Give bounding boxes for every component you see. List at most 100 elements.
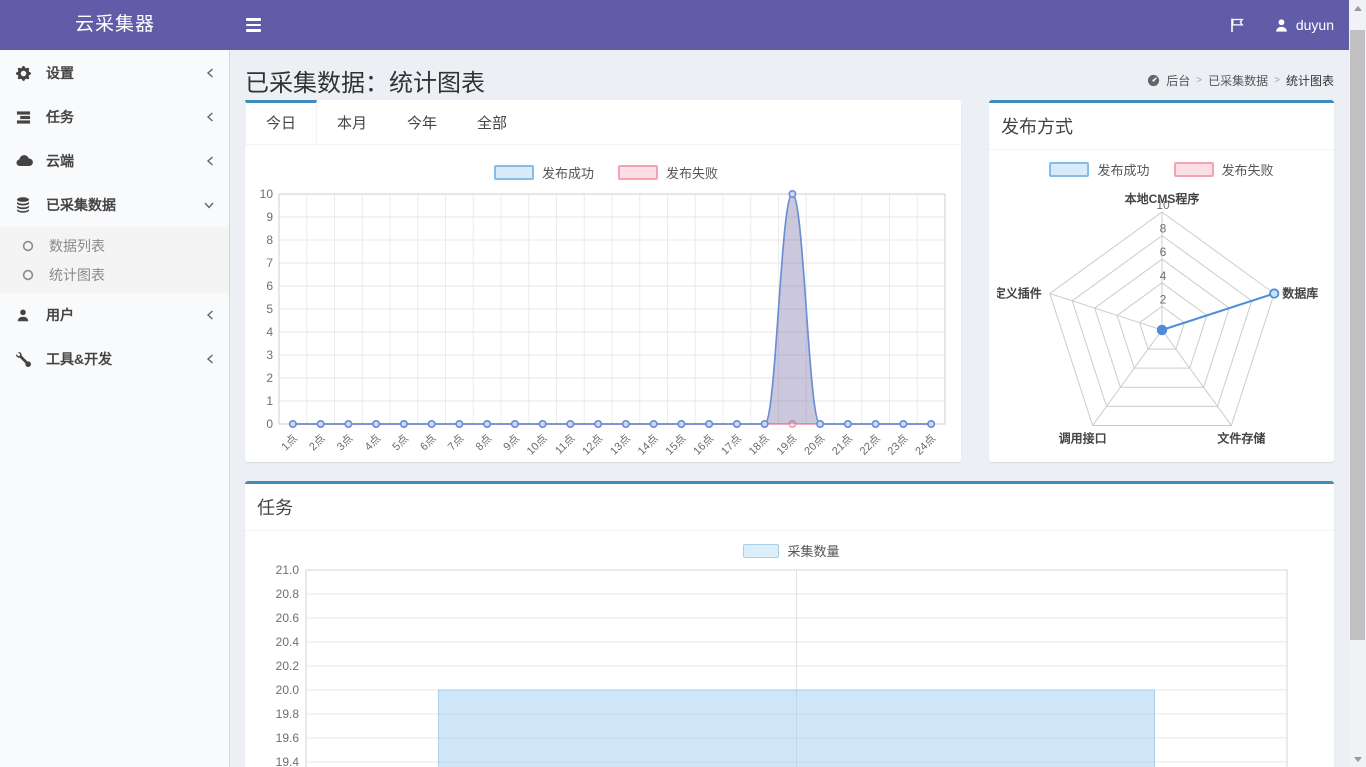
svg-text:8: 8: [266, 233, 273, 247]
user-menu[interactable]: duyun: [1274, 17, 1334, 33]
svg-text:21点: 21点: [829, 432, 855, 458]
topbar-right: duyun: [1229, 0, 1334, 50]
tab-all[interactable]: 全部: [457, 100, 527, 144]
legend-label: 采集数量: [787, 541, 839, 560]
chevron-left-icon: [205, 155, 215, 167]
legend-label: 发布失败: [666, 163, 718, 182]
legend-label: 发布成功: [1097, 160, 1149, 179]
panel-title: 发布方式: [1001, 113, 1322, 139]
svg-text:20.8: 20.8: [276, 587, 300, 601]
sidebar-toggle-button[interactable]: [230, 0, 276, 50]
publish-method-panel: 发布方式 发布成功发布失败 246810本地CMS程序数据库文件存储调用接口自定…: [989, 100, 1334, 462]
breadcrumb-collected-data[interactable]: 已采集数据: [1208, 72, 1268, 89]
legend-item: 发布失败: [618, 163, 718, 182]
svg-text:19.6: 19.6: [276, 731, 300, 745]
svg-text:4: 4: [266, 325, 273, 339]
chevron-left-icon: [205, 111, 215, 123]
breadcrumb-separator: >: [1196, 75, 1202, 86]
breadcrumb-home[interactable]: 后台: [1166, 72, 1190, 89]
top-navbar: 云采集器 duyun: [0, 0, 1349, 50]
user-icon: [16, 308, 38, 323]
tasks-header: 任务: [245, 484, 1334, 531]
sidebar-item-label: 云端: [46, 151, 74, 171]
svg-text:6: 6: [266, 279, 273, 293]
svg-text:18点: 18点: [746, 432, 772, 458]
svg-text:10: 10: [260, 187, 274, 201]
sidebar-item-stats-chart[interactable]: 统计图表: [0, 260, 229, 289]
flag-icon[interactable]: [1229, 17, 1246, 33]
sidebar-item-data-list[interactable]: 数据列表: [0, 231, 229, 260]
chevron-left-icon: [205, 67, 215, 79]
content-area: 已采集数据：统计图表 后台 > 已采集数据 > 统计图表 今日 本月 今年 全部: [230, 50, 1349, 767]
breadcrumb-current: 统计图表: [1286, 72, 1334, 89]
svg-text:1点: 1点: [279, 432, 300, 453]
breadcrumb-separator: >: [1274, 75, 1280, 86]
sidebar-item-cloud[interactable]: 云端: [0, 139, 229, 183]
tab-this-year[interactable]: 今年: [387, 100, 457, 144]
svg-text:22点: 22点: [857, 432, 883, 458]
sidebar-item-collected-data[interactable]: 已采集数据: [0, 183, 229, 227]
legend-item: 采集数量: [743, 541, 839, 560]
svg-text:17点: 17点: [718, 432, 744, 458]
gear-icon: [16, 66, 38, 81]
svg-text:4点: 4点: [362, 432, 383, 453]
svg-text:自定义插件: 自定义插件: [997, 286, 1042, 301]
legend-label: 发布失败: [1222, 160, 1274, 179]
tab-this-month[interactable]: 本月: [317, 100, 387, 144]
svg-text:14点: 14点: [635, 432, 661, 458]
svg-text:9点: 9点: [501, 432, 522, 453]
tasks-bar-chart: 21.020.820.620.420.220.019.819.619.419.2…: [249, 560, 1329, 767]
sidebar-item-label: 已采集数据: [46, 195, 116, 215]
circle-outline-icon: [22, 240, 42, 252]
sidebar-item-label: 数据列表: [49, 236, 105, 256]
svg-text:20.0: 20.0: [276, 683, 300, 697]
svg-text:0: 0: [266, 417, 273, 431]
svg-text:7点: 7点: [445, 432, 466, 453]
tab-today[interactable]: 今日: [245, 100, 317, 144]
svg-text:20.2: 20.2: [276, 659, 300, 673]
svg-text:19点: 19点: [774, 432, 800, 458]
svg-text:10点: 10点: [524, 432, 550, 458]
svg-text:调用接口: 调用接口: [1058, 430, 1106, 445]
svg-text:5: 5: [266, 302, 273, 316]
svg-text:23点: 23点: [885, 432, 911, 458]
svg-text:6: 6: [1159, 245, 1166, 259]
sidebar-item-label: 工具&开发: [46, 349, 112, 369]
hourly-chart-container: 发布成功发布失败 0123456789101点2点3点4点5点6点7点8点9点1…: [245, 145, 961, 469]
cloud-icon: [16, 154, 38, 168]
user-name: duyun: [1296, 17, 1334, 33]
svg-text:13点: 13点: [607, 432, 633, 458]
legend-item: 发布成功: [494, 163, 594, 182]
sidebar-item-tasks[interactable]: 任务: [0, 95, 229, 139]
svg-text:11点: 11点: [552, 432, 577, 457]
chevron-left-icon: [205, 309, 215, 321]
chevron-left-icon: [205, 353, 215, 365]
breadcrumb: 后台 > 已采集数据 > 统计图表: [1147, 72, 1334, 89]
svg-text:20.4: 20.4: [276, 635, 300, 649]
tab-bar: 今日 本月 今年 全部: [245, 100, 961, 145]
scrollbar-up-arrow[interactable]: [1349, 0, 1366, 16]
legend-swatch: [743, 544, 779, 558]
sidebar-item-tools-dev[interactable]: 工具&开发: [0, 337, 229, 381]
database-icon: [16, 197, 38, 213]
sidebar: 设置 任务 云端 已采集数据: [0, 50, 230, 767]
hourly-publish-chart: 0123456789101点2点3点4点5点6点7点8点9点10点11点12点1…: [251, 182, 953, 464]
page-scrollbar[interactable]: [1349, 0, 1366, 767]
svg-text:20.6: 20.6: [276, 611, 300, 625]
svg-text:15点: 15点: [663, 432, 689, 458]
brand-logo[interactable]: 云采集器: [0, 0, 230, 50]
svg-text:文件存储: 文件存储: [1217, 430, 1265, 445]
svg-text:8: 8: [1159, 222, 1166, 236]
scrollbar-down-arrow[interactable]: [1349, 751, 1366, 767]
publish-method-radar-chart: 246810本地CMS程序数据库文件存储调用接口自定义插件: [997, 179, 1327, 461]
scrollbar-thumb[interactable]: [1350, 30, 1365, 640]
content-header: 已采集数据：统计图表 后台 > 已采集数据 > 统计图表: [245, 50, 1334, 100]
tasks-chart-container: 采集数量 21.020.820.620.420.220.019.819.619.…: [245, 531, 1334, 767]
svg-text:6点: 6点: [417, 432, 438, 453]
svg-text:16点: 16点: [691, 432, 717, 458]
svg-text:2: 2: [266, 371, 273, 385]
sidebar-item-settings[interactable]: 设置: [0, 51, 229, 95]
svg-text:2点: 2点: [306, 432, 327, 453]
tasks-panel: 任务 采集数量 21.020.820.620.420.220.019.819.6…: [245, 481, 1334, 767]
sidebar-item-users[interactable]: 用户: [0, 293, 229, 337]
